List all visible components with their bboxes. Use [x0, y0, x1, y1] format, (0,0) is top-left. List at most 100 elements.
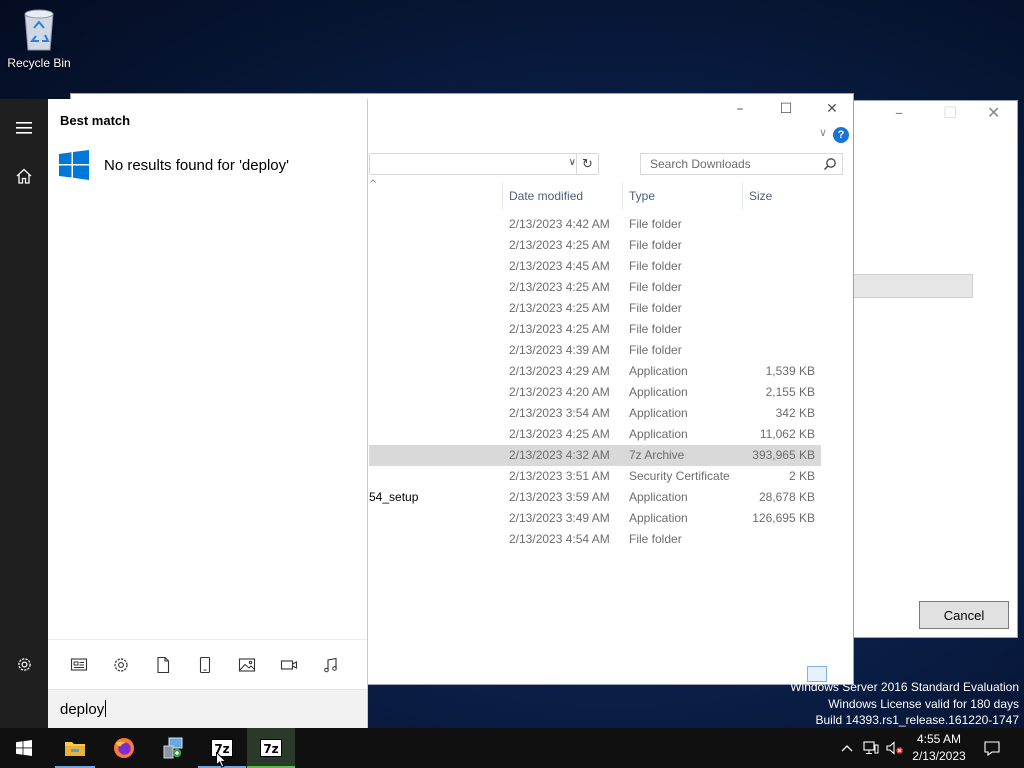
file-name: 54_setup: [369, 490, 419, 504]
file-size: 342 KB: [775, 406, 815, 420]
close-icon: ✕: [826, 101, 838, 117]
close-icon[interactable]: ✕: [987, 103, 1000, 122]
search-query-value: deploy: [60, 701, 105, 718]
file-type: File folder: [629, 301, 682, 315]
documents-filter-icon[interactable]: [154, 656, 172, 674]
refresh-icon[interactable]: ↻: [576, 154, 598, 174]
gear-icon: [17, 657, 31, 671]
column-type[interactable]: Type: [622, 182, 742, 210]
search-result-item[interactable]: No results found for 'deploy': [58, 147, 289, 183]
table-row[interactable]: 2/13/2023 4:54 AM File folder: [369, 529, 821, 550]
apps-filter-icon[interactable]: [70, 656, 88, 674]
table-row[interactable]: 2/13/2023 4:20 AM Application 2,155 KB: [369, 382, 821, 403]
taskbar-clock[interactable]: 4:55 AM 2/13/2023: [904, 731, 974, 765]
maximize-button[interactable]: ☐: [763, 98, 809, 120]
windows-start-icon: [16, 740, 32, 756]
file-type: Application: [629, 427, 688, 441]
taskbar-file-explorer[interactable]: [51, 728, 99, 768]
file-type: Security Certificate: [629, 469, 730, 483]
progress-bar: [853, 274, 973, 298]
file-size: 11,062 KB: [759, 427, 815, 441]
file-type: Application: [629, 364, 688, 378]
volume-muted-icon: [886, 741, 903, 755]
windows-logo-icon: [59, 150, 89, 180]
file-size: 2,155 KB: [765, 385, 815, 399]
file-size: 2 KB: [788, 469, 815, 483]
table-row[interactable]: 2/13/2023 4:25 AM File folder: [369, 277, 821, 298]
file-date-modified: 2/13/2023 4:25 AM: [509, 322, 610, 336]
taskbar-network-app[interactable]: [149, 728, 197, 768]
search-input[interactable]: [641, 154, 821, 174]
watermark-edition: Windows Server 2016 Standard Evaluation: [790, 680, 1019, 694]
file-date-modified: 2/13/2023 3:51 AM: [509, 469, 610, 483]
address-bar[interactable]: ∨ ↻: [369, 153, 599, 175]
show-hidden-icons-button[interactable]: [838, 728, 856, 768]
volume-tray-button[interactable]: [884, 728, 906, 768]
hamburger-icon: [16, 122, 32, 134]
column-date-modified[interactable]: Date modified: [502, 182, 622, 210]
search-filter-bar: [48, 639, 367, 689]
search-icon[interactable]: [823, 157, 837, 171]
table-row[interactable]: 2/13/2023 4:42 AM File folder: [369, 214, 821, 235]
start-search-box[interactable]: deploy: [48, 689, 367, 728]
file-size: 28,678 KB: [758, 490, 815, 504]
7zip-icon: 7z: [260, 739, 282, 757]
settings-filter-icon[interactable]: [112, 656, 130, 674]
recycle-bin-shortcut[interactable]: Recycle Bin: [6, 6, 72, 70]
table-row[interactable]: 2/13/2023 4:39 AM File folder: [369, 340, 821, 361]
expand-menu-button[interactable]: [0, 104, 48, 152]
table-row[interactable]: 2/13/2023 4:45 AM File folder: [369, 256, 821, 277]
file-date-modified: 2/13/2023 4:25 AM: [509, 427, 610, 441]
table-row[interactable]: 2/13/2023 3:54 AM Application 342 KB: [369, 403, 821, 424]
home-button[interactable]: [0, 152, 48, 200]
table-row[interactable]: 2/13/2023 3:51 AM Security Certificate 2 K…: [369, 466, 821, 487]
table-row[interactable]: 54_setup 2/13/2023 3:59 AM Application 28,6…: [369, 487, 821, 508]
chevron-down-icon[interactable]: ∨: [569, 157, 576, 168]
taskbar-7zip-2[interactable]: 7z: [247, 728, 295, 768]
file-type: File folder: [629, 532, 682, 546]
help-icon[interactable]: ?: [833, 127, 849, 143]
search-box[interactable]: [640, 153, 843, 175]
table-row[interactable]: 2/13/2023 4:29 AM Application 1,539 KB: [369, 361, 821, 382]
minimize-button[interactable]: –: [717, 98, 763, 120]
table-row[interactable]: 2/13/2023 4:25 AM Application 11,062 KB: [369, 424, 821, 445]
expand-ribbon-icon[interactable]: ∨: [819, 126, 827, 139]
minimize-icon: –: [736, 101, 744, 117]
file-type: File folder: [629, 217, 682, 231]
clock-date: 2/13/2023: [912, 749, 966, 763]
cancel-button[interactable]: Cancel: [919, 601, 1009, 629]
videos-filter-icon[interactable]: [280, 656, 298, 674]
taskbar-firefox[interactable]: [100, 728, 148, 768]
table-row[interactable]: 2/13/2023 4:25 AM File folder: [369, 319, 821, 340]
settings-button[interactable]: [0, 640, 48, 688]
search-query-text[interactable]: deploy: [60, 700, 107, 718]
music-filter-icon[interactable]: [322, 656, 340, 674]
photos-filter-icon[interactable]: [238, 656, 256, 674]
folders-filter-icon[interactable]: [196, 656, 214, 674]
file-date-modified: 2/13/2023 3:59 AM: [509, 490, 610, 504]
watermark-build: Build 14393.rs1_release.161220-1747: [815, 713, 1020, 727]
file-date-modified: 2/13/2023 4:25 AM: [509, 301, 610, 315]
file-type: File folder: [629, 280, 682, 294]
action-center-button[interactable]: [978, 728, 1006, 768]
close-button[interactable]: ✕: [809, 98, 855, 120]
windows-watermark: Windows Server 2016 Standard Evaluation …: [790, 679, 1019, 729]
file-date-modified: 2/13/2023 4:25 AM: [509, 280, 610, 294]
network-tray-button[interactable]: [861, 728, 881, 768]
file-type: Application: [629, 490, 688, 504]
maximize-icon: ☐: [779, 101, 793, 117]
column-size[interactable]: Size: [742, 182, 821, 210]
file-type: Application: [629, 406, 688, 420]
recycle-bin-label: Recycle Bin: [7, 56, 71, 70]
table-row[interactable]: 2/13/2023 4:32 AM 7z Archive 393,965 KB: [369, 445, 821, 466]
start-search-panel: Best match No results found for 'deploy': [48, 99, 368, 728]
file-date-modified: 2/13/2023 4:45 AM: [509, 259, 610, 273]
table-row[interactable]: 2/13/2023 4:25 AM File folder: [369, 235, 821, 256]
minimize-icon[interactable]: –: [895, 103, 903, 122]
table-row[interactable]: 2/13/2023 3:49 AM Application 126,695 KB: [369, 508, 821, 529]
start-button[interactable]: [0, 728, 48, 768]
server-manager-icon: [163, 737, 183, 759]
file-date-modified: 2/13/2023 4:25 AM: [509, 238, 610, 252]
sort-ascending-icon: ^: [369, 179, 378, 190]
table-row[interactable]: 2/13/2023 4:25 AM File folder: [369, 298, 821, 319]
